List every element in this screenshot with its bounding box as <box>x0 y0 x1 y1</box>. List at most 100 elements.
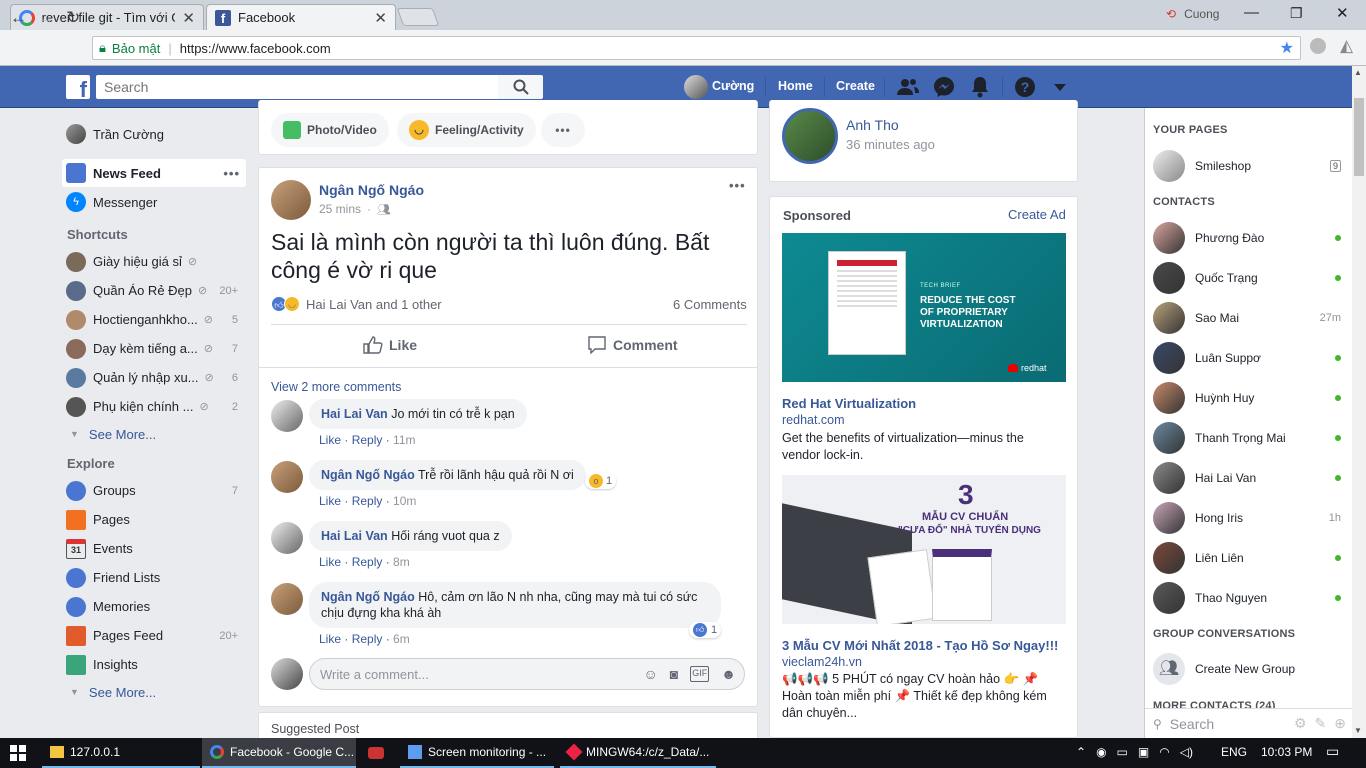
close-tab-icon[interactable]: ✕ <box>374 9 387 27</box>
contact-item[interactable]: Quốc Trạng <box>1153 258 1341 298</box>
shortcut-item[interactable]: Giày hiệu giá sỉ ⊘ <box>62 247 246 276</box>
explore-item[interactable]: Pages Feed 20+ <box>62 621 246 650</box>
comment-time[interactable]: 8m <box>393 555 410 569</box>
comment-like-link[interactable]: Like <box>319 632 341 646</box>
profile-link[interactable]: Cường <box>712 79 754 93</box>
contact-item[interactable]: Huỳnh Huy <box>1153 378 1341 418</box>
comment-reply-link[interactable]: Reply <box>352 632 383 646</box>
taskbar-git-bash[interactable]: MINGW64:/c/z_Data/... <box>560 738 716 768</box>
left-nav-messenger[interactable]: ϟ Messenger <box>62 187 246 217</box>
notification-center-icon[interactable]: ▭ <box>1326 743 1339 760</box>
explore-item[interactable]: Pages <box>62 505 246 534</box>
ad-image-redhat[interactable]: TECH BRIEF REDUCE THE COST OF PROPRIETAR… <box>782 233 1066 382</box>
scroll-down-icon[interactable]: ▼ <box>1354 726 1362 735</box>
shortcut-item[interactable]: Dạy kèm tiếng a... ⊘ 7 <box>62 334 246 363</box>
camera-icon[interactable]: ◙ <box>670 666 678 682</box>
app-tray-icon[interactable]: ▣ <box>1138 745 1149 759</box>
volume-icon[interactable]: ◁) <box>1180 745 1193 759</box>
comment-author[interactable]: Hai Lai Van <box>321 529 388 543</box>
left-nav-profile[interactable]: Trần Cường <box>62 120 246 148</box>
extension-icon[interactable] <box>1310 38 1326 54</box>
sticker-icon[interactable]: ☻ <box>721 666 736 682</box>
ad-image-cv[interactable]: 3 MẪU CV CHUẨN "CƯA ĐỔ" NHÀ TUYỂN DỤNG <box>782 475 1066 624</box>
contact-item[interactable]: Liên Liên <box>1153 538 1341 578</box>
comments-count[interactable]: 6 Comments <box>673 297 747 312</box>
post-options-icon[interactable]: ••• <box>729 178 746 193</box>
reload-icon[interactable]: ↻ <box>66 8 80 28</box>
post-author-avatar[interactable] <box>271 180 311 220</box>
friends-audience-icon[interactable]: 👥︎ <box>377 203 391 216</box>
comment-button[interactable]: Comment <box>587 336 678 354</box>
create-link[interactable]: Create <box>836 79 875 93</box>
comment-avatar[interactable] <box>271 400 303 432</box>
explore-item[interactable]: 31 Events <box>62 534 246 563</box>
input-language[interactable]: ENG <box>1221 745 1247 759</box>
comment-avatar[interactable] <box>271 522 303 554</box>
comment-like-link[interactable]: Like <box>319 433 341 447</box>
chat-search-bar[interactable]: ⚲ Search ⚙ ✎ ⊕ <box>1145 708 1352 738</box>
left-nav-news-feed[interactable]: News Feed ••• <box>62 159 246 187</box>
scrollbar-thumb[interactable] <box>1354 98 1364 176</box>
facebook-logo-icon[interactable]: f <box>66 75 90 99</box>
battery-icon[interactable]: ▭ <box>1117 745 1128 759</box>
ad-domain[interactable]: redhat.com <box>782 413 845 427</box>
omnibox[interactable]: 🔒︎ Bảo mật | https://www.facebook.com ★ <box>92 36 1301 60</box>
shortcut-item[interactable]: Hoctienganhkho... ⊘ 5 <box>62 305 246 334</box>
extension-icon[interactable]: ◭ <box>1340 36 1353 56</box>
comment-avatar[interactable] <box>271 583 303 615</box>
messenger-icon[interactable] <box>933 76 955 98</box>
emoji-icon[interactable]: ☺ <box>644 666 658 682</box>
comment-reaction-badge[interactable]: 👍︎ 1 <box>689 622 722 638</box>
ad-domain[interactable]: vieclam24h.vn <box>782 655 862 669</box>
new-group-icon[interactable]: ⊕ <box>1334 715 1346 732</box>
shortcut-item[interactable]: Quản lý nhập xu... ⊘ 6 <box>62 363 246 392</box>
friend-requests-icon[interactable] <box>896 77 920 97</box>
close-tab-icon[interactable]: ✕ <box>182 9 195 27</box>
chevron-up-icon[interactable]: ⌃ <box>1076 745 1086 759</box>
gear-icon[interactable]: ⚙ <box>1294 715 1307 732</box>
post-time[interactable]: 25 mins <box>319 202 361 216</box>
avatar[interactable] <box>684 75 708 99</box>
bookmark-star-icon[interactable]: ★ <box>1280 38 1294 58</box>
ad-title[interactable]: 3 Mẫu CV Mới Nhất 2018 - Tạo Hồ Sơ Ngay!… <box>782 638 1058 653</box>
comment-avatar[interactable] <box>271 461 303 493</box>
profile-chip[interactable]: ⟲ Cuong <box>1166 7 1219 21</box>
photo-video-button[interactable]: Photo/Video <box>271 113 389 147</box>
create-group-button[interactable]: 👥︎ Create New Group <box>1153 649 1341 689</box>
contact-item[interactable]: Hai Lai Van <box>1153 458 1341 498</box>
taskbar-explorer[interactable]: 127.0.0.1 <box>42 738 200 768</box>
comment-time[interactable]: 10m <box>393 494 416 508</box>
create-ad-link[interactable]: Create Ad <box>1008 207 1066 222</box>
like-button[interactable]: Like <box>363 336 417 354</box>
comment-author[interactable]: Ngân Ngố Ngáo <box>321 468 415 482</box>
taskbar-app[interactable] <box>360 738 398 768</box>
feeling-activity-button[interactable]: ◡ Feeling/Activity <box>397 113 536 147</box>
explore-item[interactable]: Insights <box>62 650 246 679</box>
explore-item[interactable]: Groups 7 <box>62 476 246 505</box>
contact-item[interactable]: Thao Nguyen <box>1153 578 1341 618</box>
taskbar-chrome[interactable]: Facebook - Google C... <box>202 738 356 768</box>
close-window-icon[interactable]: ✕ <box>1336 4 1349 22</box>
taskbar-screen-monitoring[interactable]: Screen monitoring - ... <box>400 738 554 768</box>
chevron-down-icon[interactable] <box>1054 84 1066 91</box>
story-avatar[interactable] <box>782 108 838 164</box>
compose-icon[interactable]: ✎ <box>1315 715 1327 732</box>
explore-item[interactable]: Memories <box>62 592 246 621</box>
comment-author[interactable]: Ngân Ngố Ngáo <box>321 590 415 604</box>
home-link[interactable]: Home <box>778 79 813 93</box>
shortcuts-see-more[interactable]: ▼ See More... <box>62 421 246 447</box>
forward-icon[interactable]: → <box>38 8 55 28</box>
comment-reaction-badge[interactable]: o 1 <box>585 473 617 489</box>
clock[interactable]: 10:03 PM <box>1261 745 1312 759</box>
chrome-tray-icon[interactable]: ◉ <box>1096 745 1106 759</box>
search-button[interactable] <box>498 75 543 99</box>
story-name[interactable]: Anh Tho <box>846 117 899 133</box>
scroll-up-icon[interactable]: ▲ <box>1354 68 1362 77</box>
comment-time[interactable]: 11m <box>393 433 415 447</box>
comment-reply-link[interactable]: Reply <box>352 555 383 569</box>
gif-icon[interactable]: GIF <box>690 666 710 682</box>
explore-see-more[interactable]: ▼ See More... <box>62 679 246 705</box>
comment-reply-link[interactable]: Reply <box>352 494 383 508</box>
comment-like-link[interactable]: Like <box>319 555 341 569</box>
search-input[interactable] <box>96 75 498 99</box>
